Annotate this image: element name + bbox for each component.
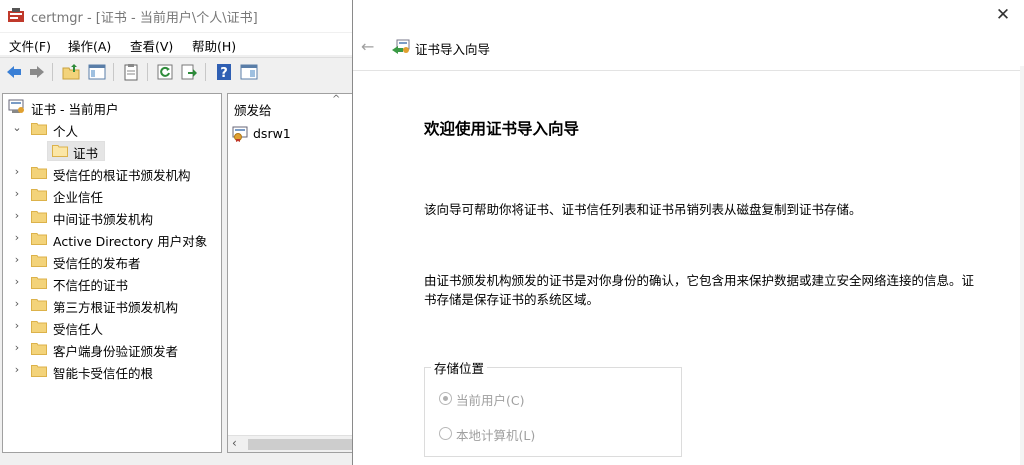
folder-icon — [31, 167, 47, 179]
show-hide-tree-icon[interactable] — [88, 63, 106, 81]
sort-ascending-icon: ^ — [332, 94, 341, 105]
tree-item-trusted-people[interactable]: › 受信任人 — [3, 316, 221, 338]
chevron-down-icon[interactable]: ⌄ — [11, 121, 23, 135]
tree-item-label: 中间证书颁发机构 — [53, 212, 154, 227]
folder-icon — [31, 321, 47, 333]
folder-icon — [31, 211, 47, 223]
certificate-import-wizard: ✕ ← 证书导入向导 欢迎使用证书导入向导 该向导可帮助你将证书、证书信任列表和… — [352, 0, 1024, 465]
tree-item-label: 受信任人 — [53, 322, 104, 337]
tree-item-smart-card-root[interactable]: › 智能卡受信任的根 — [3, 360, 221, 382]
header-divider — [353, 70, 1024, 71]
tree-item-label: 受信任的发布者 — [53, 256, 141, 271]
scrollbar-thumb[interactable] — [248, 439, 352, 450]
tree-item-label: 不信任的证书 — [53, 278, 129, 293]
tree-item-label: 第三方根证书颁发机构 — [53, 300, 179, 315]
menu-view[interactable]: 查看(V) — [130, 36, 173, 55]
menu-help[interactable]: 帮助(H) — [192, 36, 236, 55]
tree-item-untrusted[interactable]: › 不信任的证书 — [3, 272, 221, 294]
tree-item-active-directory[interactable]: › Active Directory 用户对象 — [3, 228, 221, 250]
folder-icon — [31, 299, 47, 311]
column-header-issued-to[interactable]: 颁发给 — [234, 100, 272, 119]
tree-item-label: 证书 — [73, 146, 99, 161]
tree-root[interactable]: 证书 - 当前用户 — [3, 96, 221, 118]
refresh-icon[interactable] — [156, 63, 174, 81]
window-title: certmgr - [证书 - 当前用户\个人\证书] — [31, 11, 258, 26]
tree-pane[interactable]: 证书 - 当前用户 ⌄ 个人 证书 › 受信任的根证书颁发机构 › 企业信任 ›… — [2, 93, 222, 453]
certificate-icon — [232, 126, 248, 142]
tree-item-label: 受信任的根证书颁发机构 — [53, 168, 191, 183]
tree-item-client-auth-issuers[interactable]: › 客户端身份验证颁发者 — [3, 338, 221, 360]
chevron-right-icon[interactable]: › — [11, 253, 23, 267]
action-pane-icon[interactable] — [240, 63, 258, 81]
chevron-right-icon[interactable]: › — [11, 297, 23, 311]
toolbar-separator — [205, 63, 206, 81]
tree-item-intermediate-ca[interactable]: › 中间证书颁发机构 — [3, 206, 221, 228]
vertical-scrollbar[interactable] — [1020, 66, 1024, 465]
folder-icon — [31, 233, 47, 245]
folder-icon — [31, 277, 47, 289]
tree-item-trusted-root[interactable]: › 受信任的根证书颁发机构 — [3, 162, 221, 184]
tree-item-label: 个人 — [53, 124, 79, 139]
chevron-right-icon[interactable]: › — [11, 209, 23, 223]
certificate-name: dsrw1 — [253, 126, 291, 141]
tree-item-third-party-root[interactable]: › 第三方根证书颁发机构 — [3, 294, 221, 316]
up-folder-icon[interactable] — [62, 63, 80, 81]
back-button[interactable]: ← — [361, 38, 379, 56]
toolbar-separator — [147, 63, 148, 81]
folder-icon — [52, 145, 68, 157]
certificate-store-icon — [8, 99, 24, 113]
chevron-right-icon[interactable]: › — [11, 363, 23, 377]
certmgr-app-icon — [8, 8, 24, 22]
certificate-list-pane[interactable]: 颁发给 ^ dsrw1 ‹ — [227, 93, 352, 453]
tree-item-certificates[interactable]: 证书 — [3, 140, 221, 162]
folder-icon — [31, 189, 47, 201]
back-arrow-icon[interactable] — [5, 63, 23, 81]
certificate-row[interactable]: dsrw1 — [232, 125, 352, 145]
certmgr-window: certmgr - [证书 - 当前用户\个人\证书] 文件(F) 操作(A) … — [0, 0, 352, 465]
menu-file[interactable]: 文件(F) — [9, 36, 51, 55]
certificate-wizard-icon — [392, 39, 410, 54]
radio-label: 当前用户(C) — [456, 393, 525, 408]
menu-action[interactable]: 操作(A) — [68, 36, 111, 55]
toolbar-separator — [52, 63, 53, 81]
chevron-right-icon[interactable]: › — [11, 187, 23, 201]
chevron-right-icon[interactable]: › — [11, 165, 23, 179]
chevron-right-icon[interactable]: › — [11, 275, 23, 289]
radio-button[interactable] — [439, 427, 452, 440]
wizard-description: 该向导可帮助你将证书、证书信任列表和证书吊销列表从磁盘复制到证书存储。 — [424, 202, 862, 217]
folder-icon — [31, 255, 47, 267]
tree-item-trusted-publishers[interactable]: › 受信任的发布者 — [3, 250, 221, 272]
radio-button-checked[interactable] — [439, 392, 452, 405]
close-button[interactable]: ✕ — [992, 4, 1014, 26]
tree-item-label: 智能卡受信任的根 — [53, 366, 154, 381]
wizard-explanation: 由证书颁发机构颁发的证书是对你身份的确认，它包含用来保护数据或建立安全网络连接的… — [424, 273, 975, 307]
horizontal-scrollbar[interactable]: ‹ — [228, 435, 352, 452]
tree-item-enterprise-trust[interactable]: › 企业信任 — [3, 184, 221, 206]
radio-label: 本地计算机(L) — [456, 428, 536, 443]
clipboard-icon[interactable] — [122, 63, 140, 81]
tree-item-label: 客户端身份验证颁发者 — [53, 344, 179, 359]
chevron-right-icon[interactable]: › — [11, 319, 23, 333]
wizard-header-title: 证书导入向导 — [415, 42, 491, 57]
export-list-icon[interactable] — [180, 63, 198, 81]
title-bar: certmgr - [证书 - 当前用户\个人\证书] — [0, 0, 352, 32]
folder-icon — [31, 123, 47, 135]
folder-icon — [31, 343, 47, 355]
store-location-legend: 存储位置 — [431, 358, 488, 377]
forward-arrow-icon[interactable] — [28, 63, 46, 81]
wizard-heading: 欢迎使用证书导入向导 — [424, 120, 580, 138]
svg-text:?: ? — [220, 66, 228, 81]
tree-item-label: Active Directory 用户对象 — [53, 234, 208, 249]
menu-bar: 文件(F) 操作(A) 查看(V) 帮助(H) — [0, 33, 352, 55]
help-icon[interactable]: ? — [215, 63, 233, 81]
toolbar: ? — [0, 57, 352, 85]
tree-item-label: 企业信任 — [53, 190, 104, 205]
tree-root-label: 证书 - 当前用户 — [31, 102, 119, 117]
chevron-right-icon[interactable]: › — [11, 341, 23, 355]
toolbar-separator — [113, 63, 114, 81]
folder-icon — [31, 365, 47, 377]
chevron-right-icon[interactable]: › — [11, 231, 23, 245]
scroll-left-icon[interactable]: ‹ — [232, 436, 237, 450]
tree-item-personal[interactable]: ⌄ 个人 — [3, 118, 221, 140]
